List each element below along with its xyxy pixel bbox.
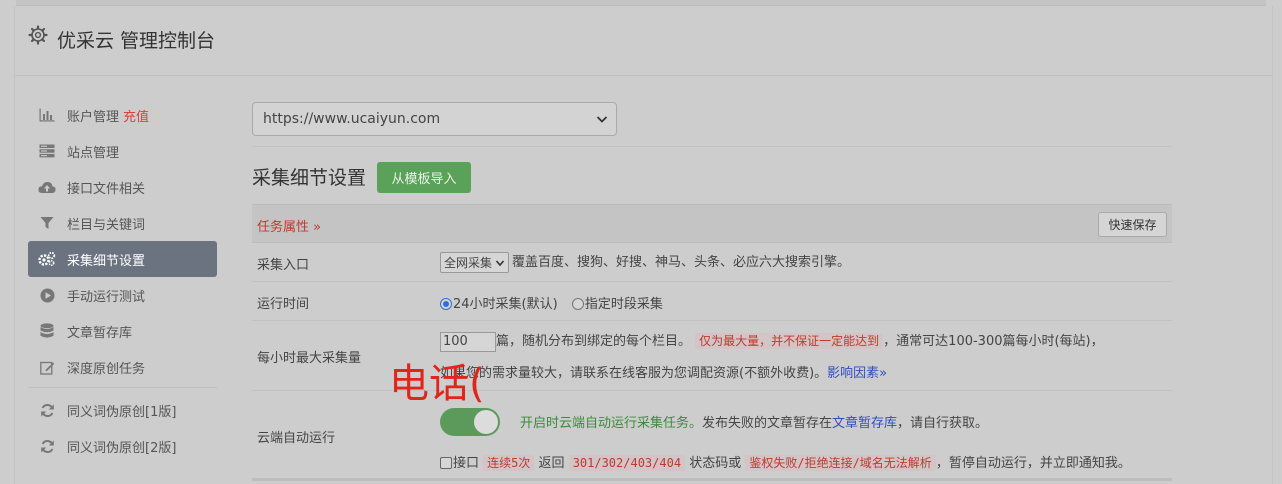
row-label: 每小时最大采集量 xyxy=(257,351,362,366)
database-icon xyxy=(38,322,56,340)
site-select-value: https://www.ucaiyun.com xyxy=(263,111,441,127)
sidebar-item-label: 采集细节设置 xyxy=(67,253,146,269)
sidebar-nav: 账户管理 充值 站点管理 接口文件相关 栏目与关键词 采集细节设置 手动运行测试 xyxy=(28,97,217,464)
sidebar-item-label: 同义词伪原创[2版] xyxy=(67,440,177,456)
sidebar-item-label: 站点管理 xyxy=(67,145,120,161)
task-properties-toggle[interactable]: 任务属性 » xyxy=(257,216,321,235)
quick-save-button[interactable]: 快速保存 xyxy=(1098,212,1167,237)
sidebar-item-synonym-v1[interactable]: 同义词伪原创[1版] xyxy=(28,392,217,428)
max-text-2: ，通常可达100-300篇每小时(每站)， xyxy=(883,334,1104,349)
radio-24h-label: 24小时采集(默认) xyxy=(453,297,558,312)
sidebar-divider xyxy=(28,387,217,388)
factors-link[interactable]: 影响因素» xyxy=(827,366,887,381)
collect-entry-select-value: 全网采集 xyxy=(444,256,493,270)
play-circle-icon xyxy=(38,286,56,304)
sidebar-item-label: 栏目与关键词 xyxy=(67,217,146,233)
cloud-auto-green-text: 开启时云端自动运行采集任务。 xyxy=(520,416,703,431)
max-per-hour-input[interactable]: 100 xyxy=(440,331,496,352)
sidebar-item-collect-settings[interactable]: 采集细节设置 xyxy=(28,241,217,277)
max-text-3: 如果您的需求量较大，请联系在线客服为您调配资源(不额外收费)。 xyxy=(440,366,828,381)
interface-checkbox[interactable] xyxy=(440,457,452,469)
sidebar-item-label: 账户管理 xyxy=(67,109,120,125)
code-status: 301/302/403/404 xyxy=(568,455,686,471)
gear-icon xyxy=(28,25,48,45)
row-label: 采集入口 xyxy=(257,258,310,273)
max-warning: 仅为最大量，并不保证一定能达到 xyxy=(695,333,884,349)
row-content-line2: 如果您的需求量较大，请联系在线客服为您调配资源(不额外收费)。影响因素» xyxy=(440,362,887,381)
row-content: 全网采集 覆盖百度、搜狗、好搜、神马、头条、必应六大搜索引擎。 xyxy=(440,251,850,273)
recharge-link[interactable]: 充值 xyxy=(123,106,149,125)
max-text-1: 篇，随机分布到绑定的每个栏目。 xyxy=(496,334,692,349)
row-content-line2: 接口 连续5次 返回 301/302/403/404 状态码或 鉴权失败/拒绝连… xyxy=(440,452,1131,471)
chevron-down-icon xyxy=(495,259,505,266)
article-store-link[interactable]: 文章暂存库 xyxy=(832,416,897,431)
row-label: 运行时间 xyxy=(257,297,310,312)
sidebar-item-deep-original[interactable]: 深度原创任务 xyxy=(28,349,217,385)
radio-24h[interactable] xyxy=(440,298,452,310)
sidebar-item-account[interactable]: 账户管理 充值 xyxy=(28,97,217,133)
row-runtime: 运行时间 24小时采集(默认) 指定时段采集 xyxy=(252,282,1172,321)
import-template-button[interactable]: 从模板导入 xyxy=(377,162,471,193)
code-consecutive: 连续5次 xyxy=(483,455,535,471)
sidebar-item-interface-files[interactable]: 接口文件相关 xyxy=(28,169,217,205)
sidebar-item-label: 手动运行测试 xyxy=(67,289,146,305)
sidebar-item-columns-keywords[interactable]: 栏目与关键词 xyxy=(28,205,217,241)
row-content: 100 篇，随机分布到绑定的每个栏目。 仅为最大量，并不保证一定能达到 ，通常可达1… xyxy=(440,330,1104,352)
sidebar-item-label: 文章暂存库 xyxy=(67,325,133,341)
interface-checkbox-label: 接口 xyxy=(453,456,480,471)
row-content: 开启时云端自动运行采集任务。发布失败的文章暂存在文章暂存库，请自行获取。 xyxy=(520,412,988,431)
cloud-auto-text-1: 发布失败的文章暂存在 xyxy=(702,416,833,431)
sidebar-item-article-store[interactable]: 文章暂存库 xyxy=(28,313,217,349)
page-header: 优采云 管理控制台 xyxy=(14,6,1273,76)
gears-icon xyxy=(38,250,56,268)
cloud-auto-text-2: ，请自行获取。 xyxy=(897,416,989,431)
chevron-down-icon xyxy=(596,116,608,123)
site-select[interactable]: https://www.ucaiyun.com xyxy=(252,102,617,136)
row-label: 云端自动运行 xyxy=(257,431,336,446)
filter-icon xyxy=(38,214,56,232)
cloud-auto-run-toggle[interactable] xyxy=(440,408,500,436)
radio-scheduled-label: 指定时段采集 xyxy=(584,297,663,312)
page-title: 优采云 管理控制台 xyxy=(57,30,216,52)
refresh-icon xyxy=(38,401,56,419)
overlay-watermark-text: 电话( xyxy=(389,361,485,407)
text-tail: ，暂停自动运行，并立即通知我。 xyxy=(935,456,1131,471)
sidebar-item-sites[interactable]: 站点管理 xyxy=(28,133,217,169)
sidebar-item-label: 深度原创任务 xyxy=(67,361,146,377)
bar-chart-icon xyxy=(38,106,56,124)
row-collect-entry: 采集入口 全网采集 覆盖百度、搜狗、好搜、神马、头条、必应六大搜索引擎。 xyxy=(252,243,1172,282)
task-properties-bar: 任务属性 » 快速保存 xyxy=(252,204,1172,243)
sidebar-item-label: 同义词伪原创[1版] xyxy=(67,404,177,420)
collect-entry-desc: 覆盖百度、搜狗、好搜、神马、头条、必应六大搜索引擎。 xyxy=(512,255,851,270)
collect-entry-select[interactable]: 全网采集 xyxy=(440,252,510,273)
server-icon xyxy=(38,142,56,160)
row-content: 24小时采集(默认) 指定时段采集 xyxy=(440,293,663,312)
sidebar-item-synonym-v2[interactable]: 同义词伪原创[2版] xyxy=(28,428,217,464)
text-status: 状态码或 xyxy=(689,456,742,471)
edit-icon xyxy=(38,358,56,376)
radio-scheduled[interactable] xyxy=(571,298,584,310)
sidebar-item-label: 接口文件相关 xyxy=(67,181,146,197)
divider xyxy=(252,146,1172,147)
cloud-upload-icon xyxy=(38,178,56,196)
code-auth-fail: 鉴权失败/拒绝连接/域名无法解析 xyxy=(745,455,936,471)
sidebar-item-manual-run[interactable]: 手动运行测试 xyxy=(28,277,217,313)
text-return: 返回 xyxy=(538,456,565,471)
refresh-icon xyxy=(38,437,56,455)
section-title: 采集细节设置 xyxy=(252,167,367,189)
